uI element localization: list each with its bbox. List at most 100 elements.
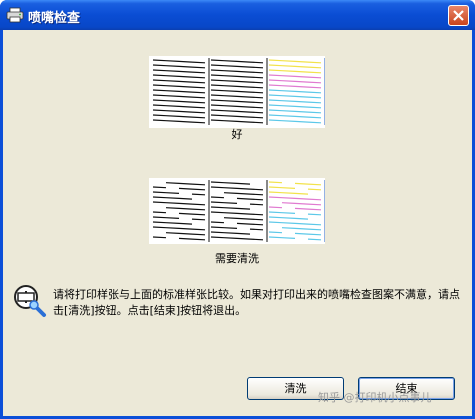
- pattern-line: [210, 201, 225, 204]
- pattern-line: [210, 94, 225, 97]
- nozzle-pattern-good: [149, 56, 325, 128]
- pattern-line: [281, 217, 296, 219]
- pattern-line: [249, 76, 264, 79]
- pattern-line: [294, 182, 309, 185]
- instruction-text: 请将打印样张与上面的标准样张比较。如果对打印出来的喷嘴检查图案不满意，请点击[清…: [53, 288, 460, 317]
- pattern-line: [307, 183, 322, 186]
- pattern-line: [210, 104, 225, 107]
- pattern-line: [178, 105, 193, 108]
- pattern-line: [152, 201, 167, 204]
- pattern-line: [307, 106, 322, 109]
- good-caption: 好: [231, 128, 243, 141]
- pattern-line: [294, 192, 309, 195]
- pattern-line: [294, 100, 309, 103]
- pattern-line: [268, 79, 283, 82]
- pattern-line: [307, 86, 322, 89]
- close-button[interactable]: [448, 5, 469, 26]
- pattern-line: [307, 76, 322, 79]
- pattern-line: [165, 227, 180, 229]
- pattern-line: [294, 222, 309, 225]
- pattern-line: [152, 196, 167, 199]
- pattern-line: [281, 237, 296, 239]
- pattern-line: [268, 236, 283, 239]
- pattern-line: [165, 80, 180, 82]
- pattern-line: [223, 237, 238, 239]
- pattern-line: [249, 86, 264, 89]
- pattern-line: [268, 114, 283, 117]
- pattern-line: [236, 85, 251, 88]
- pattern-line: [268, 109, 283, 112]
- pattern-line: [223, 105, 238, 107]
- pattern-line: [281, 227, 296, 229]
- pattern-line: [178, 227, 193, 230]
- pattern-line: [307, 188, 322, 191]
- pattern-line: [281, 197, 296, 199]
- pattern-line: [307, 66, 322, 69]
- pattern-line: [191, 81, 206, 84]
- pattern-line: [236, 237, 251, 240]
- pattern-line: [210, 114, 225, 117]
- pattern-line: [223, 207, 238, 209]
- pattern-line: [236, 105, 251, 108]
- pattern-line: [191, 193, 206, 196]
- pattern-line: [210, 99, 225, 102]
- pattern-line: [268, 94, 283, 97]
- pattern-line: [281, 115, 296, 117]
- pattern-line: [236, 217, 251, 220]
- pattern-line: [268, 104, 283, 107]
- pattern-line: [210, 119, 225, 122]
- pattern-line: [236, 197, 251, 200]
- pattern-line: [191, 188, 206, 191]
- pattern-line: [307, 208, 322, 211]
- pattern-line: [249, 116, 264, 119]
- pattern-line: [249, 66, 264, 69]
- pattern-line: [294, 227, 309, 230]
- pattern-line: [210, 221, 225, 224]
- pattern-line: [294, 202, 309, 205]
- pattern-line: [236, 192, 251, 195]
- pattern-line: [152, 104, 167, 107]
- pattern-line: [178, 115, 193, 118]
- pattern-line: [191, 66, 206, 69]
- printer-icon: [6, 7, 24, 23]
- pattern-line: [294, 207, 309, 210]
- pattern-line: [236, 115, 251, 118]
- pattern-line: [191, 238, 206, 241]
- pattern-line: [249, 71, 264, 74]
- pattern-line: [210, 74, 225, 77]
- pattern-line: [152, 211, 167, 214]
- pattern-line: [307, 101, 322, 104]
- pattern-line: [165, 70, 180, 72]
- pattern-line: [294, 65, 309, 68]
- pattern-line: [294, 90, 309, 93]
- pattern-line: [178, 222, 193, 225]
- pattern-line: [268, 59, 283, 62]
- pattern-line: [307, 71, 322, 74]
- pattern-line: [178, 187, 193, 190]
- pattern-line: [223, 60, 238, 62]
- pattern-line: [191, 76, 206, 79]
- pattern-line: [236, 182, 251, 185]
- pattern-line: [210, 231, 225, 234]
- pattern-line: [152, 84, 167, 87]
- pattern-line: [165, 85, 180, 87]
- pattern-line: [281, 212, 296, 214]
- pattern-line: [281, 192, 296, 194]
- pattern-line: [223, 202, 238, 204]
- pattern-line: [223, 115, 238, 117]
- pattern-line: [210, 69, 225, 72]
- pattern-line: [223, 95, 238, 97]
- pattern-line: [249, 188, 264, 191]
- nozzle-pattern-needs-cleaning: [149, 178, 325, 244]
- pattern-line: [152, 119, 167, 122]
- pattern-line: [249, 96, 264, 99]
- pattern-line: [178, 80, 193, 83]
- title-bar[interactable]: 喷嘴检查: [0, 0, 475, 30]
- pattern-line: [223, 232, 238, 234]
- pattern-line: [178, 207, 193, 210]
- pattern-line: [294, 197, 309, 200]
- pattern-line: [152, 236, 167, 239]
- pattern-line: [249, 101, 264, 104]
- pattern-line: [281, 120, 296, 122]
- pattern-line: [152, 109, 167, 112]
